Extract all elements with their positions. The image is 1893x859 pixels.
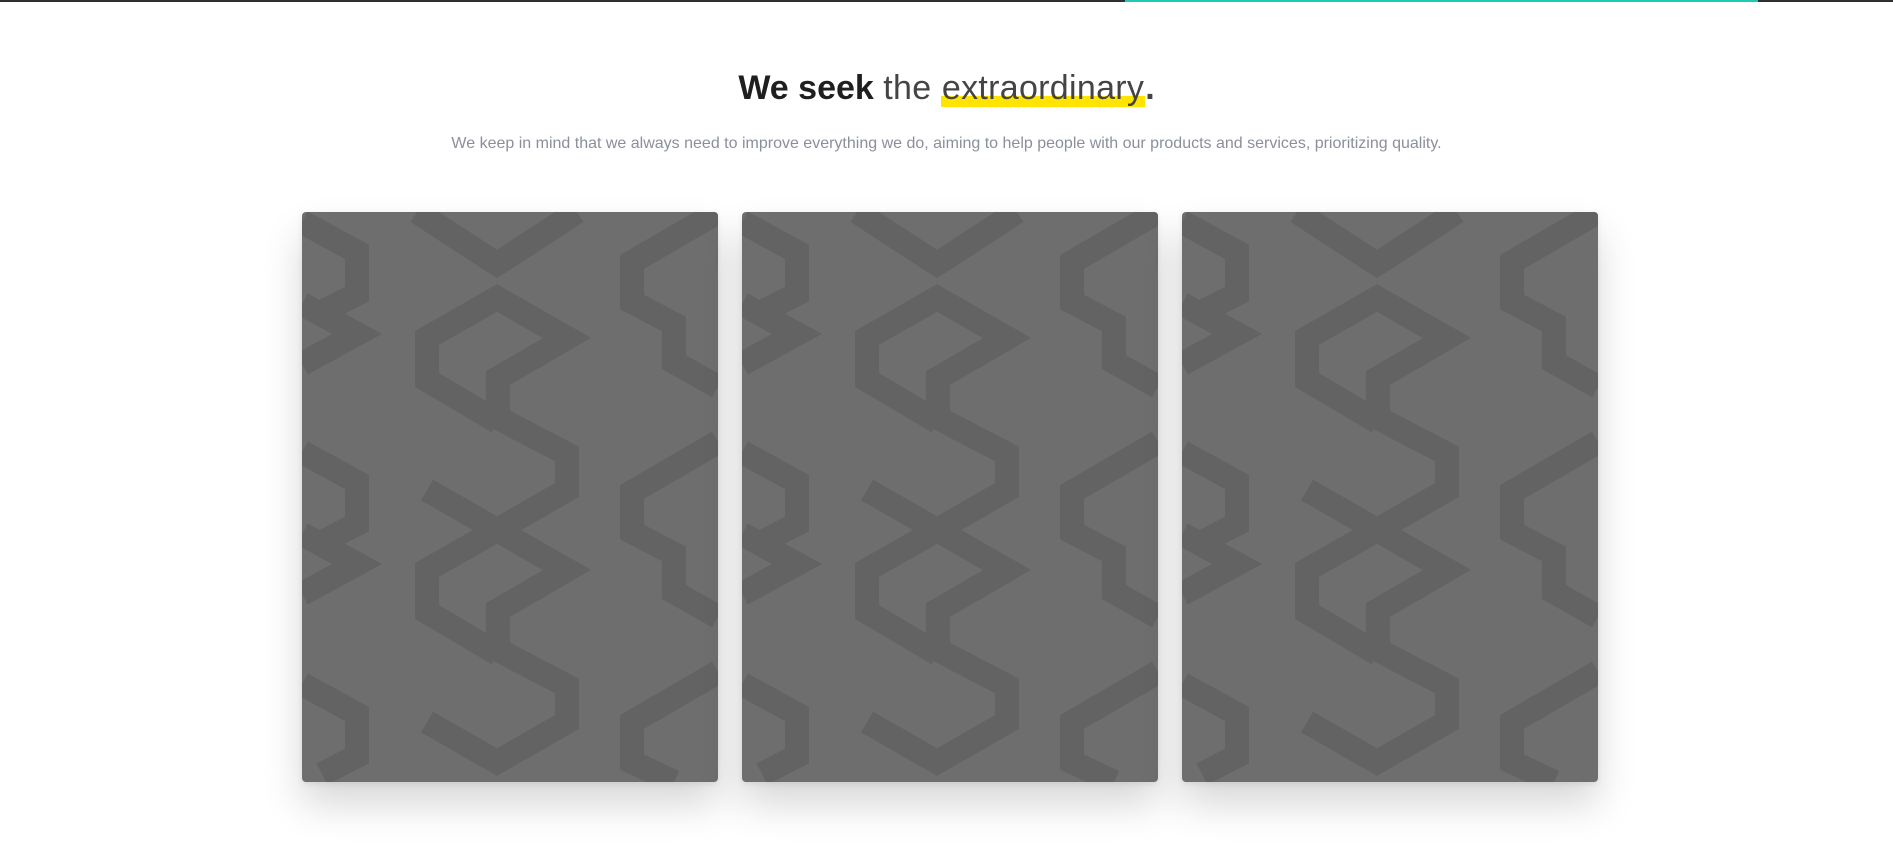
card-3[interactable]: [1182, 212, 1598, 782]
section-headline: We seek the extraordinary.: [0, 62, 1893, 114]
page: We seek the extraordinary. We keep in mi…: [0, 0, 1893, 859]
section-subtitle: We keep in mind that we always need to i…: [451, 135, 1442, 152]
headline-period: .: [1145, 69, 1155, 107]
s-logo-pattern-icon: [302, 212, 718, 782]
card-1[interactable]: [302, 212, 718, 782]
headline-bold: We seek: [738, 69, 874, 107]
card-2[interactable]: [742, 212, 1158, 782]
top-progress-accent: [1125, 0, 1758, 2]
headline-light: the: [883, 69, 932, 107]
s-logo-pattern-icon: [742, 212, 1158, 782]
headline-highlight: extraordinary: [940, 69, 1146, 107]
s-logo-pattern-icon: [1182, 212, 1598, 782]
cards-row: [302, 212, 1599, 782]
